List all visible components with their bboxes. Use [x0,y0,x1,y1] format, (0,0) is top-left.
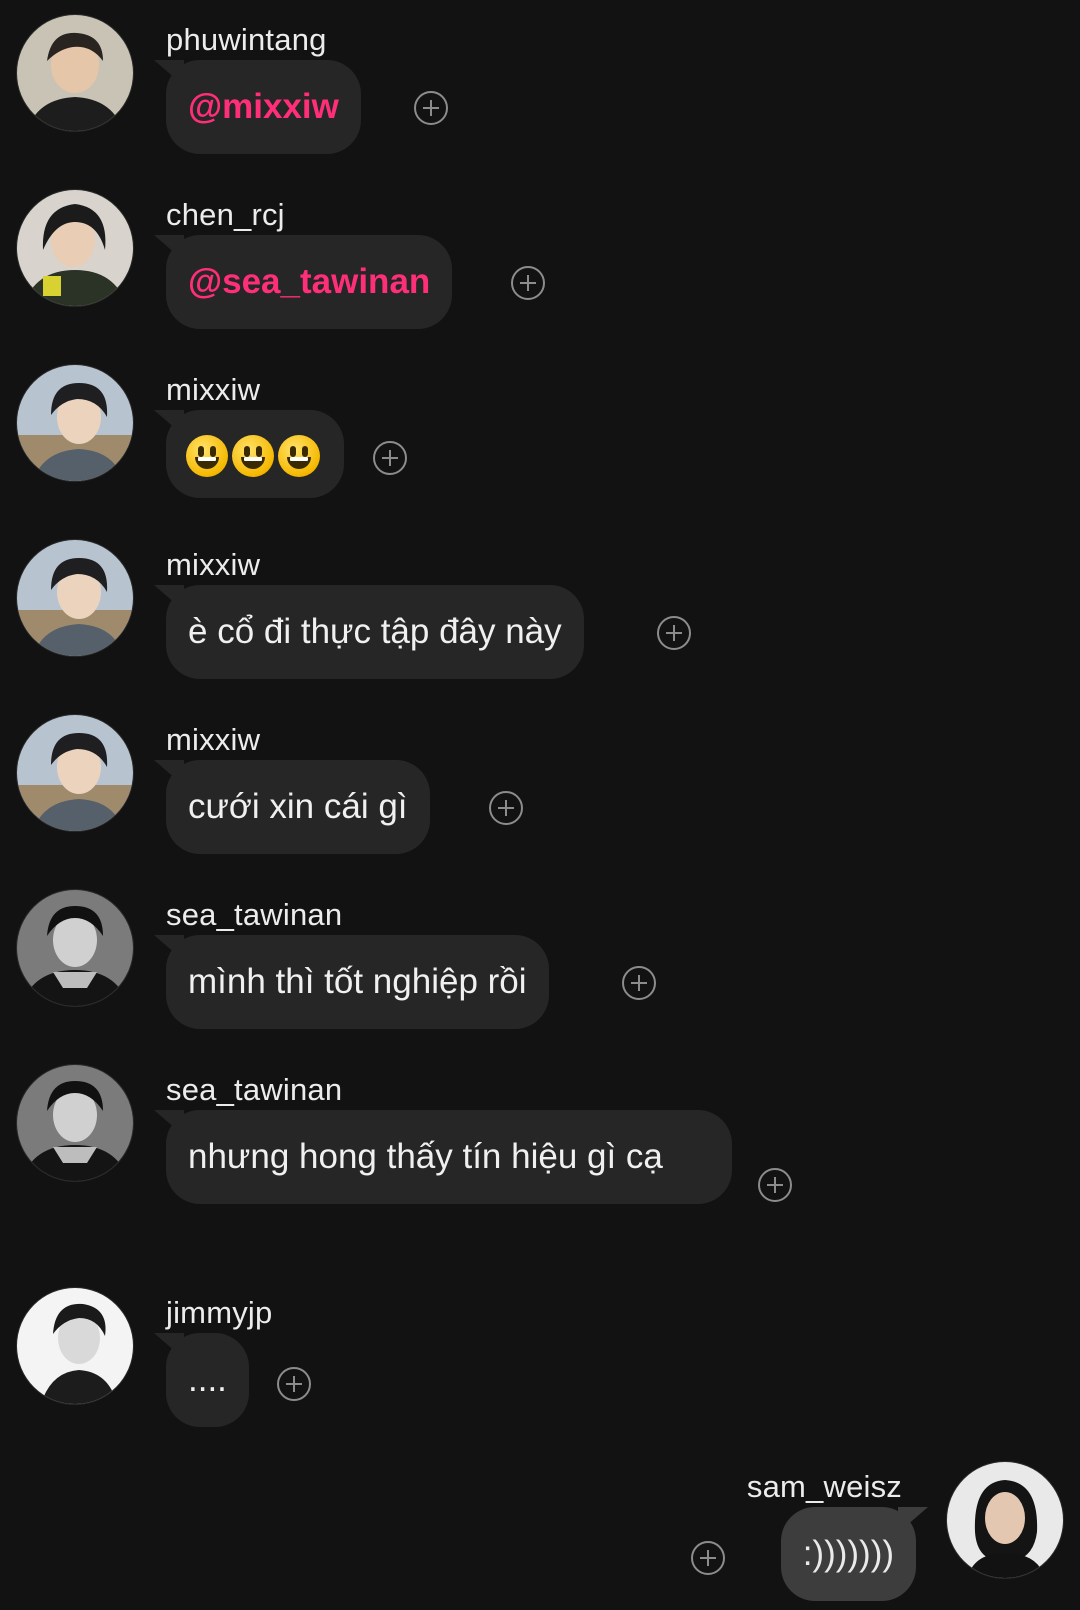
message-row-self: sam_weisz :))))))) [0,1461,1080,1601]
smiley-emoji-icon [232,435,274,478]
add-reaction-icon[interactable] [758,1168,792,1202]
message-bubble[interactable]: .... [166,1333,249,1427]
message-row: mixxiw è cổ đi thực tập đây này [0,539,1080,679]
avatar[interactable] [16,889,134,1007]
add-reaction-icon[interactable] [489,791,523,825]
message-row: chen_rcj @sea_tawinan [0,189,1080,329]
username[interactable]: mixxiw [166,722,260,758]
username[interactable]: sam_weisz [747,1469,902,1505]
message-row: sea_tawinan nhưng hong thấy tín hiệu gì … [0,1064,1080,1254]
message-row: jimmyjp .... [0,1287,1080,1427]
message-bubble[interactable]: @sea_tawinan [166,235,453,329]
add-reaction-icon[interactable] [373,441,407,475]
avatar[interactable] [16,714,134,832]
avatar[interactable] [16,539,134,657]
username[interactable]: mixxiw [166,372,260,408]
username[interactable]: jimmyjp [166,1295,272,1331]
message-row: mixxiw cưới xin cái gì [0,714,1080,854]
message-bubble[interactable]: cưới xin cái gì [166,760,430,854]
message-bubble[interactable]: 😃😃😃 [166,410,344,498]
avatar[interactable] [16,1064,134,1182]
message-bubble[interactable]: mình thì tốt nghiệp rồi [166,935,549,1029]
message-bubble[interactable]: è cổ đi thực tập đây này [166,585,584,679]
smiley-emoji-icon [278,435,320,478]
message-row: mixxiw 😃😃😃 [0,364,1080,498]
username[interactable]: mixxiw [166,547,260,583]
message-bubble[interactable]: :))))))) [780,1507,916,1601]
message-bubble[interactable]: @mixxiw [166,60,361,154]
add-reaction-icon[interactable] [657,616,691,650]
message-row: sea_tawinan mình thì tốt nghiệp rồi [0,889,1080,1029]
username[interactable]: phuwintang [166,22,327,58]
username[interactable]: sea_tawinan [166,897,342,933]
add-reaction-icon[interactable] [622,966,656,1000]
avatar[interactable] [16,364,134,482]
add-reaction-icon[interactable] [277,1367,311,1401]
avatar[interactable] [16,1287,134,1405]
message-row: phuwintang @mixxiw [0,14,1080,154]
avatar[interactable] [946,1461,1064,1579]
add-reaction-icon[interactable] [511,266,545,300]
username[interactable]: chen_rcj [166,197,285,233]
message-bubble[interactable]: nhưng hong thấy tín hiệu gì cạ [166,1110,732,1204]
add-reaction-icon[interactable] [414,91,448,125]
smiley-emoji-icon [186,435,228,478]
avatar[interactable] [16,189,134,307]
add-reaction-icon[interactable] [691,1541,725,1575]
username[interactable]: sea_tawinan [166,1072,342,1108]
avatar[interactable] [16,14,134,132]
